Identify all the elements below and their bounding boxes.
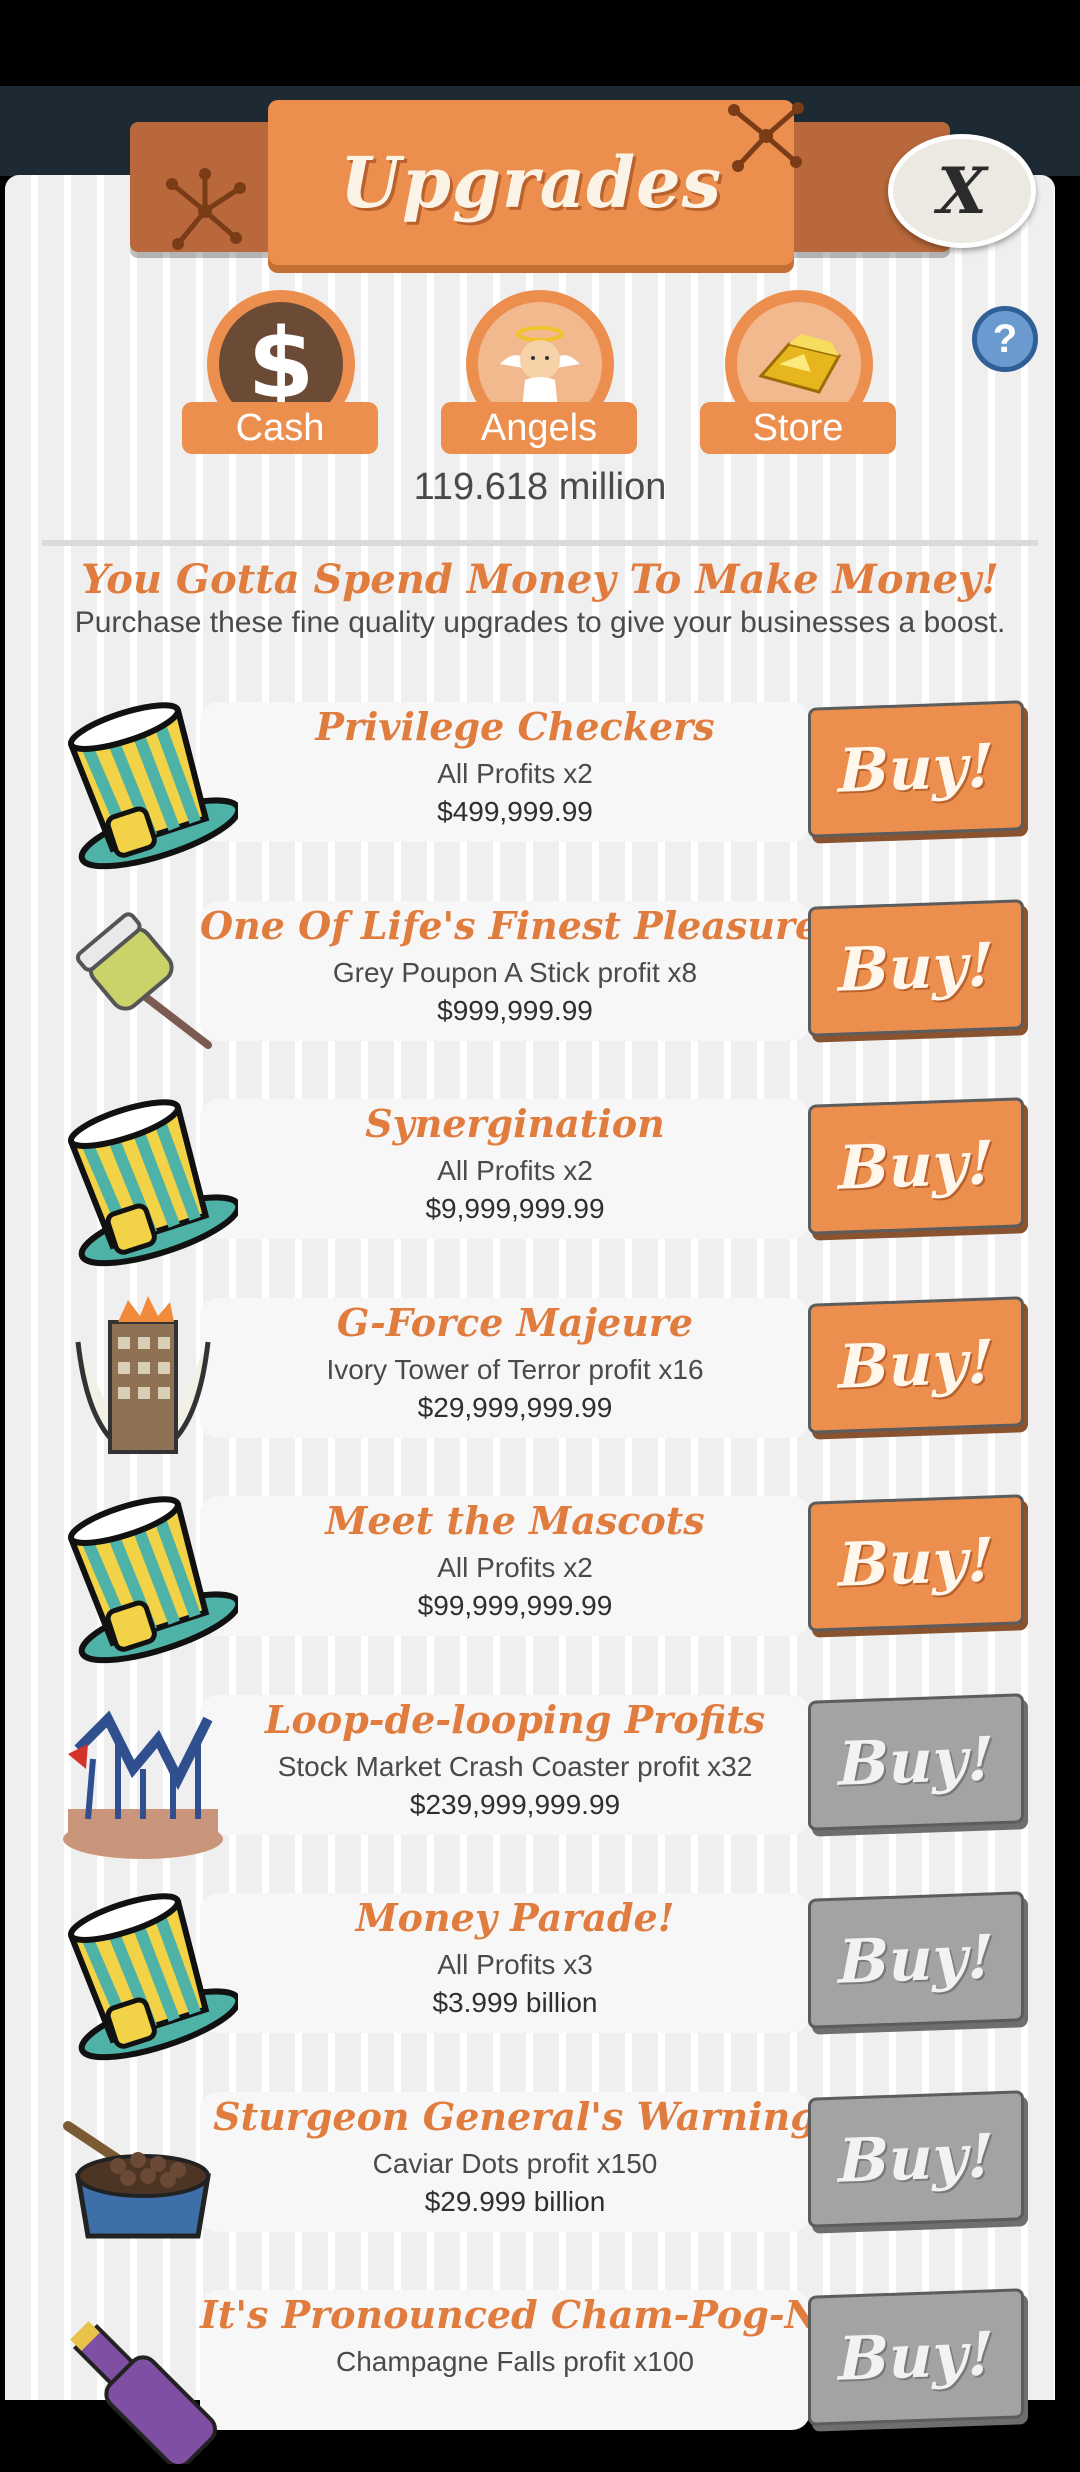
promo-subline: Purchase these fine quality upgrades to … — [74, 606, 1006, 639]
atomic-star-icon — [166, 168, 246, 250]
close-button[interactable]: X — [888, 134, 1036, 248]
upgrade-row-5: Meet the Mascots All Profits x2 $99,999,… — [0, 1480, 1080, 1678]
upgrade-title: G-Force Majeure — [336, 1299, 694, 1345]
upgrade-row-4: G-Force Majeure Ivory Tower of Terror pr… — [0, 1282, 1080, 1480]
upgrade-row-2: One Of Life's Finest Pleasures Grey Poup… — [0, 885, 1080, 1083]
buy-button[interactable]: Buy! — [808, 1494, 1024, 1632]
atomic-star-icon — [728, 102, 804, 172]
upgrade-price: $999,999.99 — [437, 994, 593, 1026]
upgrade-title: One Of Life's Finest Pleasures — [200, 902, 841, 948]
upgrade-description: All Profits x2 — [437, 1155, 593, 1186]
upgrade-row-8: Sturgeon General's Warning Caviar Dots p… — [0, 2076, 1080, 2274]
upgrade-title: Synergination — [365, 1101, 665, 1146]
upgrade-description: Grey Poupon A Stick profit x8 — [332, 956, 698, 988]
buy-button[interactable]: Buy! — [808, 1891, 1024, 2029]
upgrade-row-9: It's Pronounced Cham-Pog-Na Champagne Fa… — [0, 2274, 1080, 2472]
divider — [42, 540, 1038, 546]
banner: Upgrades — [268, 100, 794, 265]
upgrade-price: $239,999,999.99 — [409, 1788, 621, 1820]
page-title: Upgrades — [339, 141, 723, 224]
upgrade-description: All Profits x2 — [437, 758, 593, 789]
cash-balance: 119.618 million — [413, 466, 667, 508]
buy-button[interactable]: Buy! — [808, 898, 1024, 1037]
upgrade-description: Caviar Dots profit x150 — [372, 2147, 658, 2179]
upgrade-title: Sturgeon General's Warning — [213, 2093, 817, 2139]
tab-angels[interactable]: Angels — [441, 290, 637, 454]
upgrade-row-1: Privilege Checkers All Profits x2 $499,9… — [0, 686, 1080, 884]
upgrade-row-6: Loop-de-looping Profits Stock Market Cra… — [0, 1679, 1080, 1877]
buy-button[interactable]: Buy! — [808, 2089, 1024, 2228]
upgrade-row-3: Synergination All Profits x2 $9,999,999.… — [0, 1083, 1080, 1281]
upgrade-title: Privilege Checkers — [315, 704, 715, 749]
upgrade-price: $99,999,999.99 — [417, 1590, 613, 1621]
buy-button[interactable]: Buy! — [808, 2288, 1024, 2426]
upgrade-price: $29.999 billion — [424, 2185, 606, 2217]
upgrade-price: $3.999 billion — [432, 1987, 598, 2018]
upgrade-price: $9,999,999.99 — [425, 1193, 605, 1224]
upgrade-description: Ivory Tower of Terror profit x16 — [326, 1353, 704, 1385]
upgrade-price: $29,999,999.99 — [417, 1391, 613, 1423]
upgrade-title: It's Pronounced Cham-Pog-Na — [200, 2292, 844, 2337]
close-icon: X — [937, 153, 987, 229]
upgrade-row-7: Money Parade! All Profits x3 $3.999 bill… — [0, 1877, 1080, 2075]
upgrade-description: All Profits x2 — [437, 1552, 593, 1583]
upgrade-description: Stock Market Crash Coaster profit x32 — [277, 1750, 753, 1782]
status-bar — [0, 0, 1080, 86]
promo-headline: You Gotta Spend Money To Make Money! — [81, 556, 999, 603]
buy-button[interactable]: Buy! — [808, 1295, 1024, 1434]
buy-button[interactable]: Buy! — [808, 1097, 1024, 1235]
tab-cash[interactable]: $ Cash — [182, 290, 378, 454]
buy-button[interactable]: Buy! — [808, 700, 1024, 838]
upgrade-price: $499,999.99 — [437, 796, 593, 827]
upgrade-title: Loop-de-looping Profits — [264, 1696, 766, 1742]
help-button[interactable]: ? — [972, 306, 1038, 372]
upgrade-description: All Profits x3 — [437, 1949, 593, 1980]
question-mark-icon: ? — [992, 316, 1018, 361]
tab-store[interactable]: Store — [700, 290, 896, 454]
buy-button[interactable]: Buy! — [808, 1692, 1024, 1831]
upgrade-title: Meet the Mascots — [325, 1498, 705, 1543]
upgrade-title: Money Parade! — [355, 1895, 675, 1940]
upgrade-description: Champagne Falls profit x100 — [336, 2346, 694, 2377]
